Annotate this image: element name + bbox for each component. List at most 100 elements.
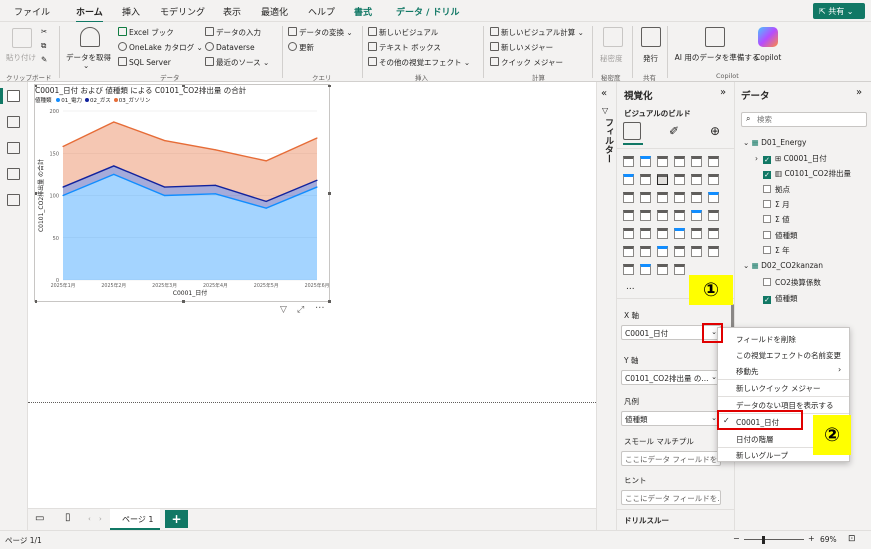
next-page-icon[interactable]: › bbox=[99, 515, 102, 523]
transform-data-button[interactable]: データの変換 ⌄ bbox=[288, 27, 353, 38]
field-item[interactable]: ✓ 値種類 bbox=[755, 293, 798, 304]
mobile-layout-icon[interactable]: ▯ bbox=[65, 512, 71, 523]
power-automate-visual-icon[interactable] bbox=[640, 264, 651, 275]
stacked-bar-visual-icon[interactable] bbox=[623, 156, 634, 167]
tab-view[interactable]: 表示 bbox=[223, 5, 241, 18]
enter-data-button[interactable]: データの入力 bbox=[205, 27, 261, 38]
clustered-column-visual-icon[interactable] bbox=[674, 156, 685, 167]
chevron-down-icon[interactable]: ⌄ bbox=[743, 261, 752, 270]
line-column-visual-icon[interactable] bbox=[674, 174, 685, 185]
share-button[interactable]: ⇱ 共有 ⌄ bbox=[813, 3, 865, 19]
search-input[interactable] bbox=[757, 114, 857, 125]
search-box[interactable]: ⌕ bbox=[741, 112, 867, 127]
matrix-visual-icon[interactable] bbox=[691, 228, 702, 239]
treemap-visual-icon[interactable] bbox=[708, 192, 719, 203]
tab-format[interactable]: 書式 bbox=[354, 5, 372, 18]
zoom-out-icon[interactable]: − bbox=[733, 534, 740, 543]
format-visual-icon[interactable]: ✐ bbox=[669, 124, 679, 138]
power-apps-visual-icon[interactable] bbox=[623, 264, 634, 275]
dataverse-button[interactable]: Dataverse bbox=[205, 42, 255, 52]
desktop-layout-icon[interactable]: ▭ bbox=[35, 513, 44, 524]
more1-visual-icon[interactable] bbox=[674, 264, 685, 275]
table-visual-icon[interactable] bbox=[674, 228, 685, 239]
decomposition-tree-visual-icon[interactable] bbox=[657, 246, 668, 257]
chevron-right-icon[interactable]: › bbox=[755, 154, 763, 163]
donut-visual-icon[interactable] bbox=[691, 192, 702, 203]
stacked-column-visual-icon[interactable] bbox=[640, 156, 651, 167]
textbox-button[interactable]: テキスト ボックス bbox=[368, 42, 441, 53]
field-checkbox[interactable]: ✓ bbox=[763, 171, 771, 179]
onelake-button[interactable]: OneLake カタログ ⌄ bbox=[118, 42, 203, 53]
collapse-viz-icon[interactable]: » bbox=[720, 87, 726, 98]
tooltips-well[interactable]: ここにデータ フィールドを... bbox=[621, 490, 721, 505]
area-visual-icon[interactable] bbox=[640, 174, 651, 185]
qa-visual-icon[interactable] bbox=[674, 246, 685, 257]
pie-visual-icon[interactable] bbox=[674, 192, 685, 203]
tab-optimize[interactable]: 最適化 bbox=[261, 5, 288, 18]
gauge-visual-icon[interactable] bbox=[691, 210, 702, 221]
prepare-ai-button[interactable]: AI 用のデータを準備する bbox=[672, 53, 762, 63]
copy-icon[interactable]: ⧉ bbox=[41, 41, 46, 51]
more-visuals[interactable]: ... bbox=[626, 282, 635, 292]
clustered-bar-visual-icon[interactable] bbox=[657, 156, 668, 167]
line-cluster-visual-icon[interactable] bbox=[691, 174, 702, 185]
y-axis-field-well[interactable]: C0101_CO2排出量 の... ⌄ bbox=[621, 370, 721, 385]
model-view-icon[interactable] bbox=[7, 142, 20, 154]
field-item[interactable]: Σ 月 bbox=[755, 199, 790, 210]
field-item[interactable]: Σ 年 bbox=[755, 245, 790, 256]
key-influencers-visual-icon[interactable] bbox=[640, 246, 651, 257]
menu-rename-for-visual[interactable]: この視覚エフェクトの名前変更 bbox=[736, 350, 841, 361]
field-item[interactable]: ✓ ▥ C0101_CO2排出量 bbox=[755, 168, 851, 179]
field-checkbox[interactable] bbox=[763, 246, 771, 254]
filled-map-visual-icon[interactable] bbox=[640, 210, 651, 221]
add-page-button[interactable]: + bbox=[165, 510, 188, 528]
zoom-slider[interactable] bbox=[744, 539, 804, 540]
publish-button[interactable]: 発行 bbox=[643, 53, 658, 64]
field-item[interactable]: 拠点 bbox=[755, 184, 790, 195]
100-bar-visual-icon[interactable] bbox=[691, 156, 702, 167]
new-measure-button[interactable]: 新しいメジャー bbox=[490, 42, 553, 53]
zoom-in-icon[interactable]: + bbox=[808, 534, 815, 543]
tmdl-view-icon[interactable] bbox=[7, 194, 20, 206]
decomposition-visual-icon[interactable] bbox=[674, 210, 685, 221]
table-node[interactable]: ⌄ ▦ D01_Energy bbox=[743, 138, 806, 147]
sensitivity-button[interactable]: 秘密度 bbox=[600, 53, 623, 64]
analytics-icon[interactable]: ⊕ bbox=[710, 124, 720, 138]
field-item[interactable]: › ✓ ⊞ C0001_日付 bbox=[755, 153, 827, 164]
menu-new-group[interactable]: 新しいグループ bbox=[736, 450, 788, 461]
field-checkbox[interactable] bbox=[763, 185, 771, 193]
python-visual-icon[interactable] bbox=[623, 246, 634, 257]
map-visual-icon[interactable] bbox=[623, 210, 634, 221]
recent-sources-button[interactable]: 最近のソース ⌄ bbox=[205, 57, 269, 68]
tab-home[interactable]: ホーム bbox=[76, 5, 103, 23]
menu-remove-field[interactable]: フィールドを削除 bbox=[736, 334, 796, 345]
area-chart-visual[interactable]: C0001_日付 および 値種類 による C0101_CO2排出量 の合計 値種… bbox=[34, 84, 331, 303]
card-visual-icon[interactable] bbox=[708, 210, 719, 221]
funnel-visual-icon[interactable] bbox=[640, 192, 651, 203]
legend-field-well[interactable]: 値種類 ⌄ bbox=[621, 411, 721, 426]
field-item[interactable]: 値種類 bbox=[755, 230, 798, 241]
r-visual-visual-icon[interactable] bbox=[708, 228, 719, 239]
more-visuals-button[interactable]: その他の視覚エフェクト ⌄ bbox=[368, 57, 470, 68]
filter-icon[interactable]: ▽ bbox=[280, 305, 287, 315]
tab-modeling[interactable]: モデリング bbox=[160, 5, 205, 18]
prev-page-icon[interactable]: ‹ bbox=[88, 515, 91, 523]
small-multiples-well[interactable]: ここにデータ フィールドを bbox=[621, 451, 721, 466]
tab-help[interactable]: ヘルプ bbox=[308, 5, 335, 18]
table-view-icon[interactable] bbox=[7, 116, 20, 128]
azure-map-visual-icon[interactable] bbox=[657, 210, 668, 221]
more-options-icon[interactable]: ··· bbox=[315, 303, 325, 314]
sql-server-button[interactable]: SQL Server bbox=[118, 57, 171, 67]
field-item[interactable]: Σ 値 bbox=[755, 214, 790, 225]
kpi-visual-icon[interactable] bbox=[640, 228, 651, 239]
table-node[interactable]: ⌄ ▦ D02_CO2kanzan bbox=[743, 261, 823, 270]
chevron-down-icon[interactable]: ⌄ bbox=[743, 138, 752, 147]
tab-insert[interactable]: 挿入 bbox=[122, 5, 140, 18]
line-visual-icon[interactable] bbox=[623, 174, 634, 185]
field-checkbox[interactable] bbox=[763, 215, 771, 223]
field-checkbox[interactable] bbox=[763, 200, 771, 208]
trophy-visual-icon[interactable] bbox=[657, 264, 668, 275]
multi-row-card-visual-icon[interactable] bbox=[623, 228, 634, 239]
new-visual-button[interactable]: 新しいビジュアル bbox=[368, 27, 438, 38]
page-tab-1[interactable]: ページ 1 bbox=[110, 509, 160, 530]
